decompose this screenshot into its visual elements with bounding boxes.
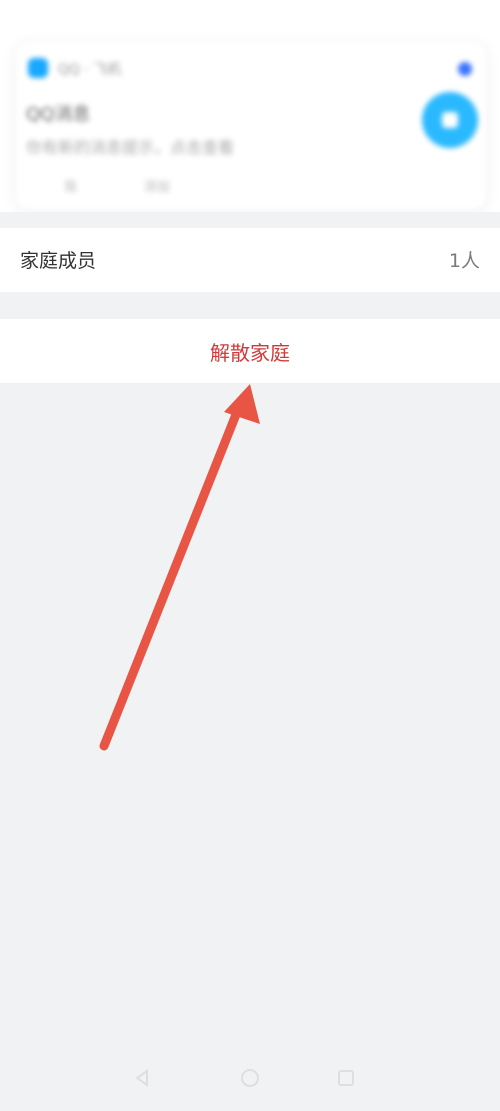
notification-action-right[interactable]: 添加	[144, 176, 170, 195]
family-members-count: 1人	[448, 250, 480, 272]
top-notification-area: QQ · 飞机 QQ消息 你有新的消息提示，点击查看 我 添加	[0, 0, 500, 212]
dissolve-family-label: 解散家庭	[210, 341, 290, 365]
notification-body: 你有新的消息提示，点击查看	[26, 138, 235, 157]
home-icon[interactable]	[240, 1068, 260, 1088]
notification-title: QQ消息	[26, 104, 91, 125]
system-navigation-bar	[0, 1040, 500, 1111]
dissolve-family-button[interactable]: 解散家庭	[0, 319, 500, 383]
notification-action-left[interactable]: 我	[64, 176, 77, 195]
family-members-label: 家庭成员	[20, 250, 97, 272]
back-icon[interactable]	[132, 1068, 152, 1088]
app-icon	[28, 58, 48, 78]
family-members-row[interactable]: 家庭成员 1人	[0, 228, 500, 292]
notification-action-icon[interactable]	[422, 92, 478, 148]
notification-dot-icon	[458, 62, 472, 76]
recent-apps-icon[interactable]	[336, 1068, 356, 1088]
notification-app-name: QQ · 飞机	[58, 62, 122, 78]
notification-card[interactable]: QQ · 飞机 QQ消息 你有新的消息提示，点击查看 我 添加	[16, 42, 486, 210]
